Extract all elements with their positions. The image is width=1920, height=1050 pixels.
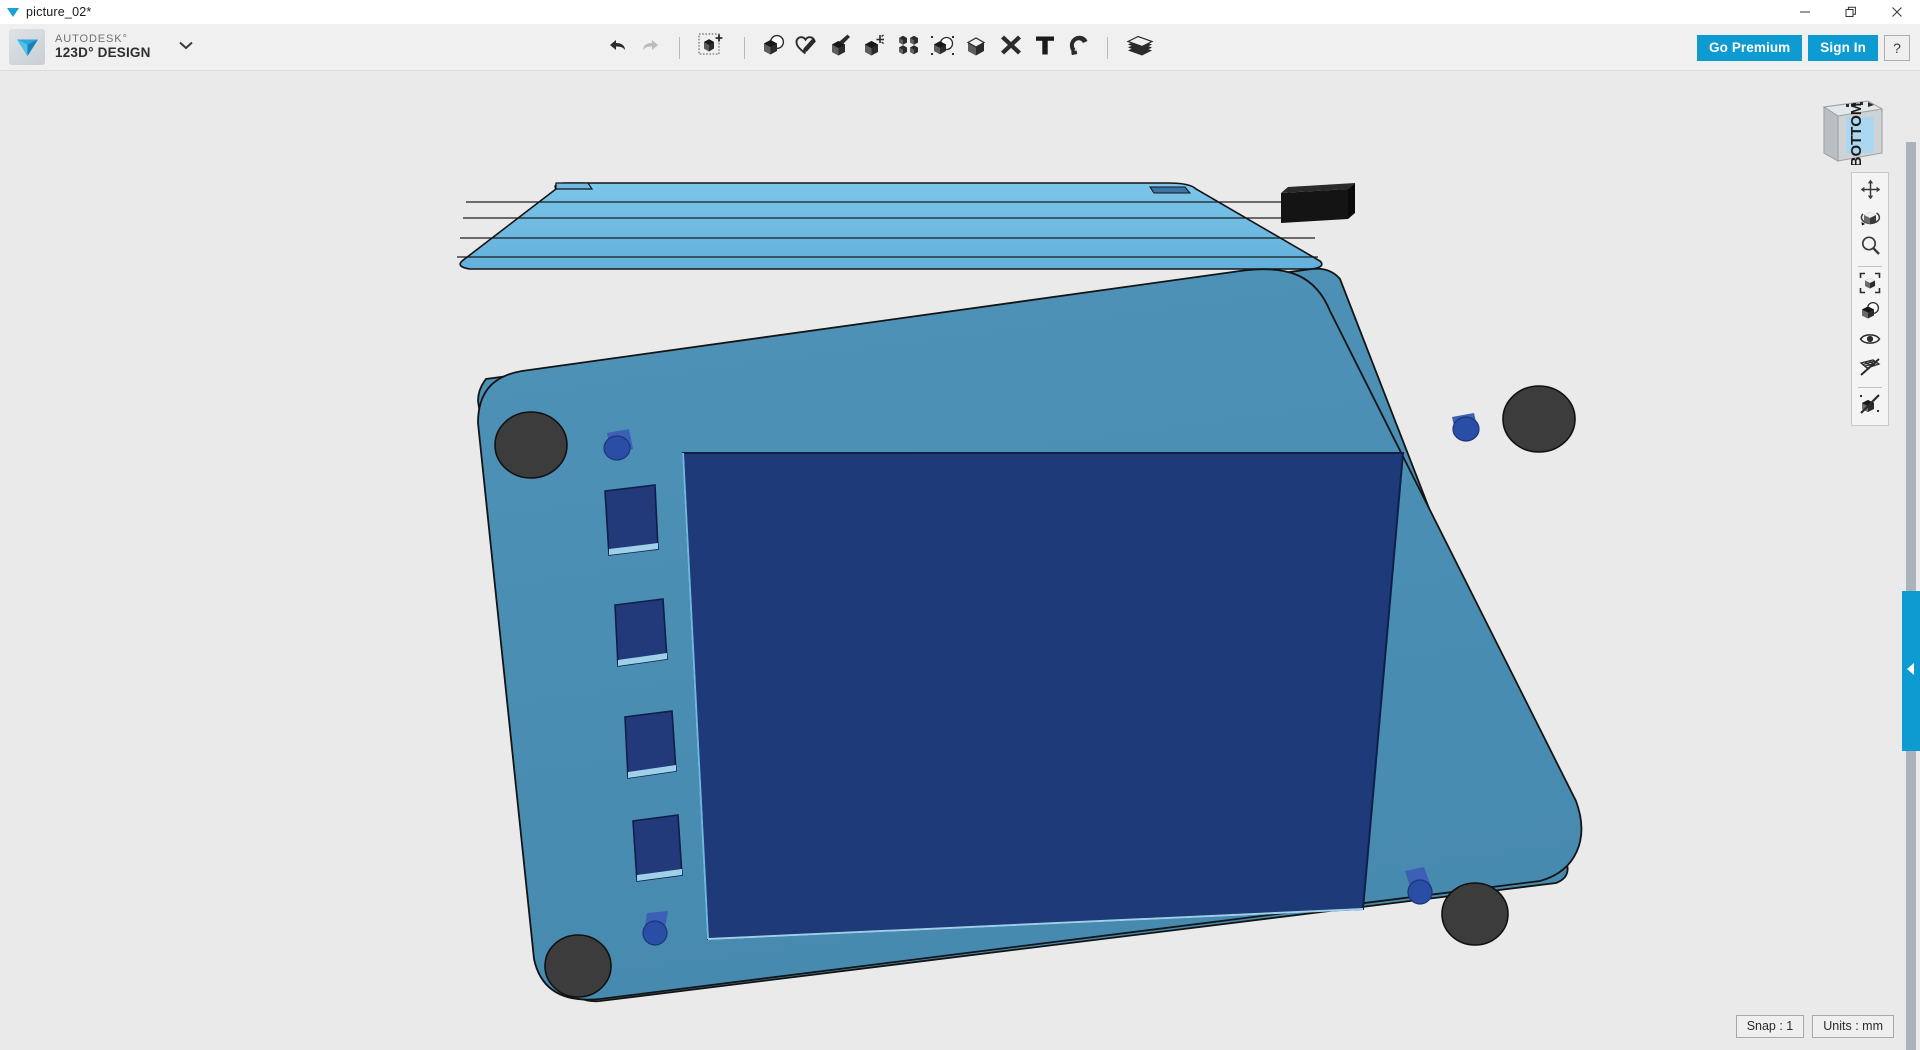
toolbar-separator bbox=[744, 36, 745, 59]
eye-icon bbox=[1859, 331, 1881, 352]
pan-button[interactable] bbox=[1855, 178, 1885, 206]
sign-in-button[interactable]: Sign In bbox=[1808, 34, 1878, 61]
document-title: picture_02* bbox=[26, 5, 92, 19]
boss-post-top-right bbox=[1452, 413, 1480, 442]
go-premium-button[interactable]: Go Premium bbox=[1697, 34, 1803, 61]
grid-toggle-button[interactable] bbox=[1855, 355, 1885, 383]
layers-stack-icon bbox=[1125, 32, 1155, 63]
button-slot-3 bbox=[624, 710, 677, 779]
fit-cube-brackets-icon bbox=[1859, 272, 1881, 299]
grouping-button[interactable] bbox=[926, 29, 960, 67]
button-slot-2 bbox=[614, 598, 668, 667]
account-actions: Go Premium Sign In ? bbox=[1697, 24, 1910, 71]
text-t-icon bbox=[1033, 32, 1057, 63]
autodesk-123d-logo-icon bbox=[9, 29, 45, 65]
nav-separator bbox=[1858, 387, 1882, 388]
zoom-button[interactable] bbox=[1855, 234, 1885, 262]
transform-button[interactable] bbox=[691, 29, 733, 67]
cube-sphere-shading-icon bbox=[1859, 300, 1881, 327]
orbit-button[interactable] bbox=[1855, 206, 1885, 234]
main-toolbar: AUTODESK° 123D° DESIGN Go Premium Sign I… bbox=[0, 24, 1920, 71]
window-controls bbox=[1782, 0, 1920, 24]
help-button[interactable]: ? bbox=[1884, 34, 1910, 61]
window-title-bar: picture_02* bbox=[0, 0, 1920, 24]
app-brand[interactable]: AUTODESK° 123D° DESIGN bbox=[0, 29, 195, 65]
triangle-left-icon bbox=[1906, 662, 1916, 681]
cube-solid-icon bbox=[963, 32, 991, 63]
modify-button[interactable] bbox=[858, 29, 892, 67]
button-slot-1 bbox=[604, 484, 659, 556]
enclosure-3d-model[interactable] bbox=[0, 71, 1920, 1050]
snap-status[interactable]: Snap : 1 bbox=[1735, 1015, 1805, 1038]
cube-circle-dots-icon bbox=[929, 32, 957, 63]
grid-slashed-icon bbox=[1859, 357, 1881, 382]
orbit-cube-icon bbox=[1859, 207, 1881, 234]
magnifier-icon bbox=[1860, 235, 1881, 261]
pan-arrows-icon bbox=[1860, 179, 1881, 205]
brand-line-autodesk: AUTODESK° bbox=[55, 32, 128, 45]
cube-star-icon bbox=[861, 32, 889, 63]
ruler-pencil-cross-icon bbox=[997, 32, 1025, 63]
foot-pad-bottom-left bbox=[544, 934, 612, 998]
button-slot-4 bbox=[632, 814, 683, 882]
chevron-down-icon[interactable] bbox=[177, 38, 195, 56]
toolbar-separator bbox=[1107, 36, 1108, 59]
close-icon[interactable] bbox=[1874, 0, 1920, 24]
minimize-icon[interactable] bbox=[1782, 0, 1828, 24]
redo-button[interactable] bbox=[634, 29, 668, 67]
cube-extrude-icon bbox=[827, 32, 855, 63]
primitives-button[interactable] bbox=[756, 29, 790, 67]
brand-text: AUTODESK° 123D° DESIGN bbox=[55, 32, 151, 60]
visibility-button[interactable] bbox=[1855, 327, 1885, 355]
cube-move-icon bbox=[697, 31, 727, 64]
text-button[interactable] bbox=[1028, 29, 1062, 67]
boss-post-bottom-left bbox=[642, 911, 668, 946]
construct-button[interactable] bbox=[824, 29, 858, 67]
view-cube[interactable]: BOTTOM bbox=[1816, 91, 1890, 167]
measure-button[interactable] bbox=[994, 29, 1028, 67]
units-status[interactable]: Units : mm bbox=[1812, 1015, 1894, 1038]
toolbar-tool-group bbox=[600, 24, 1161, 71]
status-bar: Snap : 1 Units : mm bbox=[1735, 1015, 1894, 1038]
foot-pad-top-left bbox=[494, 411, 568, 479]
heart-pencil-icon bbox=[793, 32, 821, 63]
foot-pad-top-right bbox=[1502, 385, 1576, 453]
sketch-button[interactable] bbox=[790, 29, 824, 67]
magnet-icon bbox=[1066, 32, 1092, 63]
toolbar-separator bbox=[679, 36, 680, 59]
panel-expander-button[interactable] bbox=[1902, 591, 1920, 751]
autodesk-logo-icon bbox=[0, 5, 26, 19]
snap-toggle-button[interactable] bbox=[1855, 392, 1885, 420]
connector-block bbox=[1281, 183, 1355, 223]
material-button[interactable] bbox=[1119, 29, 1161, 67]
restore-icon[interactable] bbox=[1828, 0, 1874, 24]
cube-slashed-icon bbox=[1859, 393, 1881, 420]
screen-cutout bbox=[681, 452, 1405, 941]
pattern-button[interactable] bbox=[892, 29, 926, 67]
cube-sphere-icon bbox=[759, 32, 787, 63]
redo-arrow-icon bbox=[640, 36, 662, 59]
display-style-button[interactable] bbox=[1855, 299, 1885, 327]
3d-viewport[interactable]: BOTTOM Snap: 1 Units: mm bbox=[0, 71, 1920, 1050]
enclosure-top-face bbox=[457, 182, 1323, 270]
undo-button[interactable] bbox=[600, 29, 634, 67]
navigation-toolbar bbox=[1851, 172, 1889, 426]
four-cubes-icon bbox=[896, 32, 922, 63]
view-cube-face-label: BOTTOM bbox=[1848, 103, 1865, 165]
foot-pad-bottom-right bbox=[1441, 882, 1509, 946]
combine-button[interactable] bbox=[960, 29, 994, 67]
snap-button[interactable] bbox=[1062, 29, 1096, 67]
brand-line-product: 123D° DESIGN bbox=[55, 44, 151, 60]
nav-separator bbox=[1858, 266, 1882, 267]
fit-view-button[interactable] bbox=[1855, 271, 1885, 299]
undo-arrow-icon bbox=[606, 36, 628, 59]
